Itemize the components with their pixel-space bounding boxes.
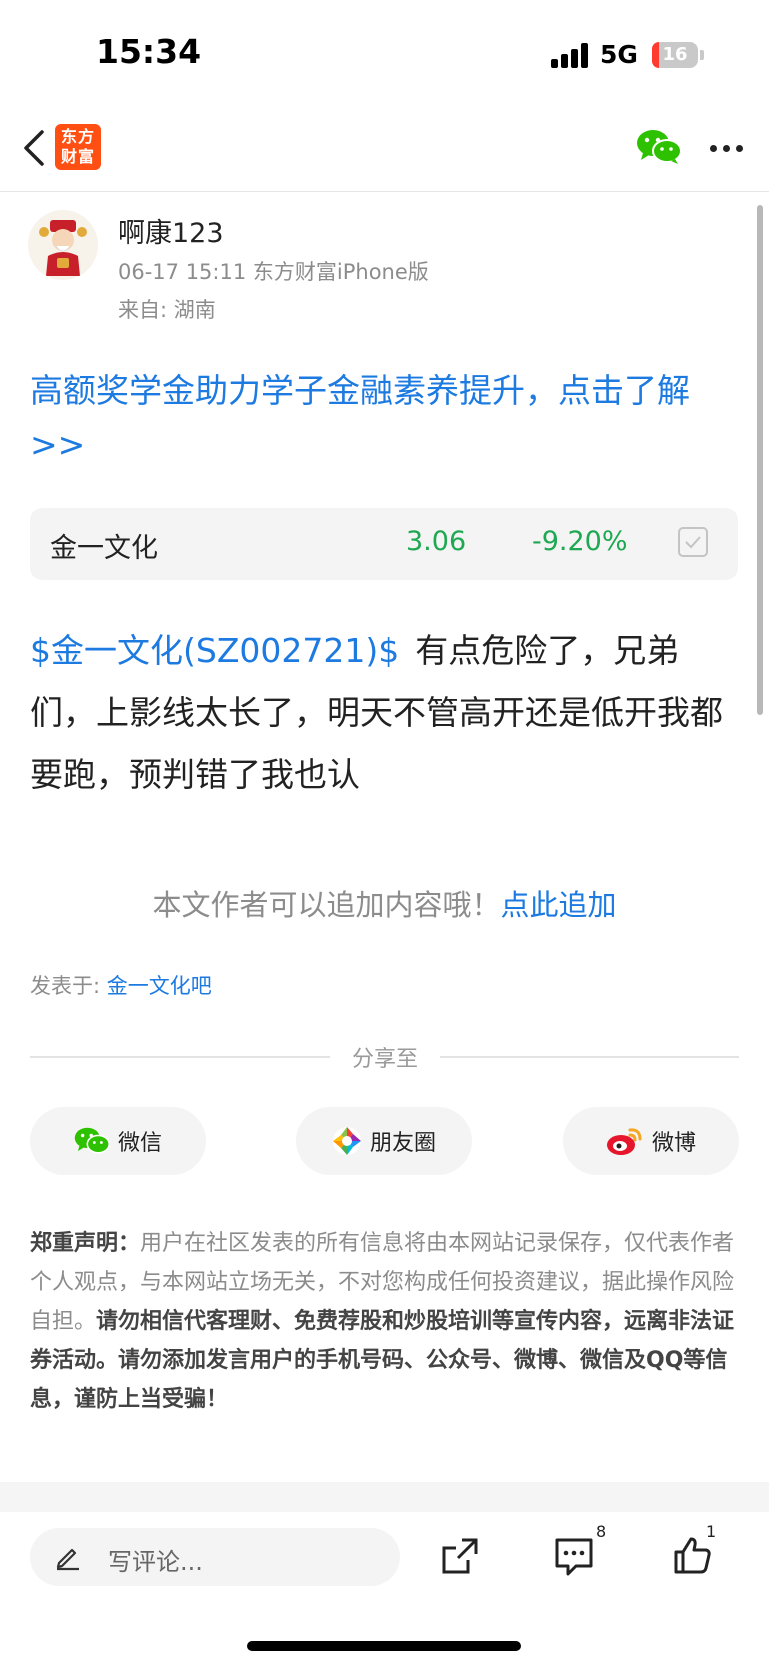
disclaimer-title: 郑重声明： — [30, 1231, 141, 1256]
wechat-share-icon[interactable] — [636, 128, 682, 166]
section-gap — [0, 1482, 769, 1512]
post-location: 来自: 湖南 — [118, 298, 216, 322]
post-body: $金一文化(SZ002721)$ 有点危险了，兄弟们，上影线太长了，明天不管高开还… — [30, 620, 742, 806]
battery-level: 16 — [662, 44, 688, 65]
watchlist-checkbox[interactable] — [678, 527, 708, 557]
scrollbar[interactable] — [757, 205, 763, 715]
share-label: 分享至 — [351, 1047, 418, 1072]
moments-icon — [332, 1126, 362, 1156]
share-moments-label: 朋友圈 — [369, 1131, 436, 1156]
share-icon[interactable] — [438, 1534, 482, 1578]
pencil-icon — [54, 1543, 82, 1571]
logo-line1: 东方 — [60, 127, 95, 146]
post-meta: 06-17 15:11 东方财富iPhone版 — [118, 260, 429, 284]
disclaimer: 郑重声明：用户在社区发表的所有信息将由本网站记录保存，仅代表作者个人观点，与本网… — [30, 1224, 742, 1419]
promo-link[interactable]: 高额奖学金助力学子金融素养提升，点击了解>> — [30, 364, 742, 472]
signal-icon — [551, 42, 591, 68]
status-time: 15:34 — [96, 32, 202, 71]
comment-placeholder: 写评论... — [108, 1548, 203, 1576]
battery-nub — [700, 50, 704, 60]
append-row: 本文作者可以追加内容哦！点此追加 — [0, 882, 769, 924]
comment-count: 8 — [596, 1522, 607, 1541]
network-type: 5G — [600, 40, 638, 69]
logo-line2: 财富 — [60, 147, 95, 166]
battery-icon: 16 — [652, 42, 698, 68]
forum-link[interactable]: 金一文化吧 — [107, 974, 212, 998]
nav-divider — [0, 191, 769, 192]
share-moments-button[interactable]: 朋友圈 — [296, 1107, 472, 1175]
stock-change: -9.20% — [532, 526, 628, 557]
wechat-icon — [74, 1126, 110, 1156]
share-weibo-button[interactable]: 微博 — [563, 1107, 739, 1175]
stock-name: 金一文化 — [50, 533, 158, 564]
share-wechat-button[interactable]: 微信 — [30, 1107, 206, 1175]
stock-card[interactable]: 金一文化 3.06 -9.20% — [30, 508, 738, 580]
share-divider-left — [30, 1056, 330, 1058]
posted-in-label: 发表于: — [30, 974, 107, 998]
app-logo[interactable]: 东方 财富 — [55, 124, 101, 170]
author-name[interactable]: 啊康123 — [118, 211, 224, 250]
weibo-icon — [606, 1126, 644, 1156]
stock-price: 3.06 — [406, 526, 467, 557]
more-icon[interactable] — [710, 145, 744, 153]
stock-tag-link[interactable]: $金一文化(SZ002721)$ — [30, 631, 399, 670]
home-indicator — [247, 1641, 521, 1651]
back-icon[interactable] — [16, 126, 56, 170]
append-prompt: 本文作者可以追加内容哦！ — [152, 888, 501, 922]
comment-icon[interactable] — [552, 1534, 596, 1578]
share-divider-right — [440, 1056, 739, 1058]
append-link[interactable]: 点此追加 — [501, 888, 617, 922]
like-count: 1 — [706, 1522, 717, 1541]
avatar[interactable] — [28, 210, 98, 280]
comment-input[interactable]: 写评论... — [30, 1528, 400, 1586]
disclaimer-warning: 请勿相信代客理财、免费荐股和炒股培训等宣传内容，远离非法证券活动。请勿添加发言用… — [30, 1309, 735, 1412]
posted-in: 发表于: 金一文化吧 — [30, 970, 212, 1000]
share-wechat-label: 微信 — [117, 1131, 162, 1156]
share-weibo-label: 微博 — [651, 1131, 696, 1156]
